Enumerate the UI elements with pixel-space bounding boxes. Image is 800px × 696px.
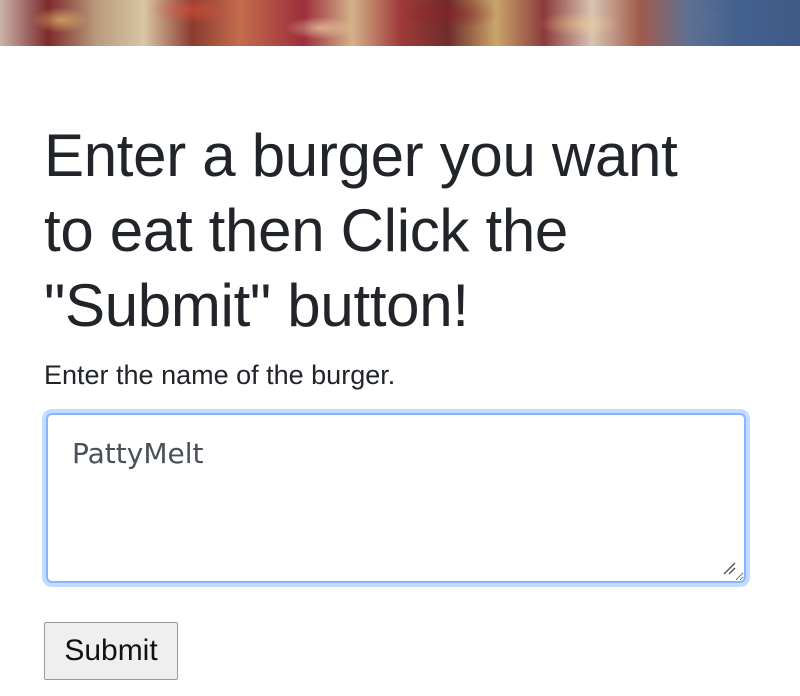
page-heading: Enter a burger you want to eat then Clic… (44, 122, 678, 339)
burger-banner-image (0, 0, 800, 46)
burger-name-field-wrapper: PattyMelt (44, 411, 748, 585)
submit-button[interactable]: Submit (44, 622, 178, 680)
burger-name-label: Enter the name of the burger. (44, 360, 396, 390)
burger-name-textarea[interactable]: PattyMelt (46, 413, 746, 583)
burger-form-container: Enter a burger you want to eat then Clic… (44, 118, 756, 680)
